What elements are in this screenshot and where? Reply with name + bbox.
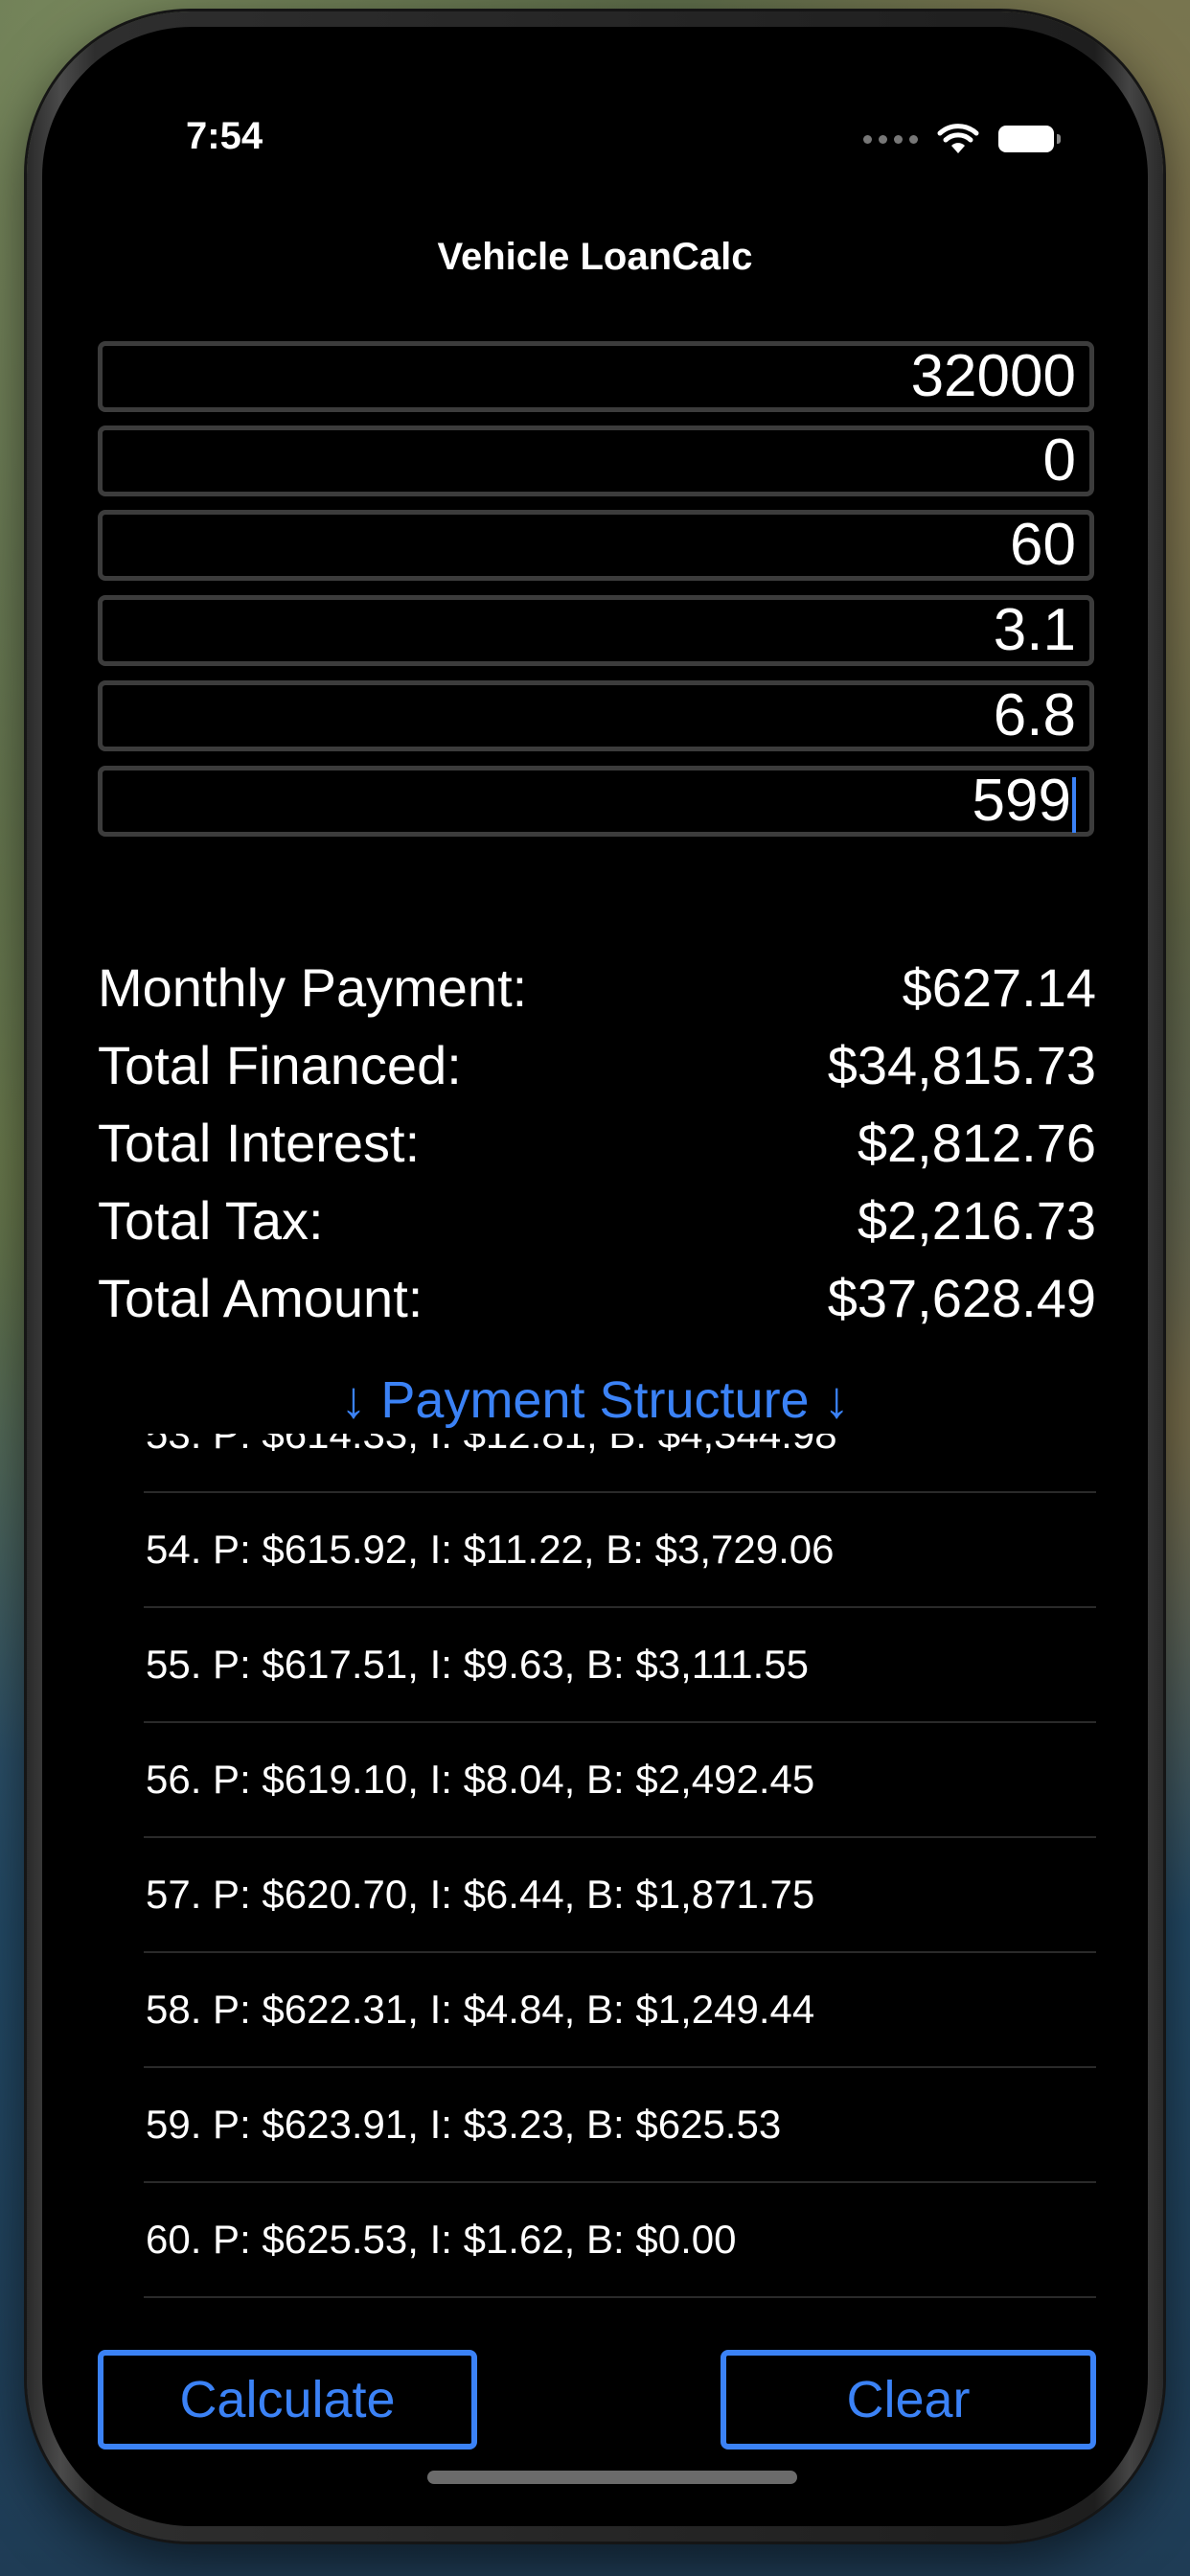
loan-term-field[interactable]: 60 bbox=[98, 510, 1094, 581]
fees-field-value: 599 bbox=[972, 768, 1071, 834]
list-item: 60. P: $625.53, I: $1.62, B: $0.00 bbox=[144, 2183, 1096, 2298]
list-item: 59. P: $623.91, I: $3.23, B: $625.53 bbox=[144, 2068, 1096, 2183]
app-screen: 7:54 Vehicle LoanCalc 32000 0 60 3.1 6.8… bbox=[42, 27, 1148, 2526]
result-value: $2,216.73 bbox=[857, 1190, 1096, 1251]
list-item: 57. P: $620.70, I: $6.44, B: $1,871.75 bbox=[144, 1838, 1096, 1953]
wifi-icon bbox=[937, 124, 979, 153]
fees-field[interactable]: 599 bbox=[98, 766, 1094, 837]
tax-rate-field[interactable]: 6.8 bbox=[98, 680, 1094, 751]
status-icons bbox=[863, 123, 1061, 155]
status-time: 7:54 bbox=[186, 115, 263, 157]
result-value: $37,628.49 bbox=[827, 1268, 1096, 1328]
list-item: 55. P: $617.51, I: $9.63, B: $3,111.55 bbox=[144, 1608, 1096, 1723]
calculate-button[interactable]: Calculate bbox=[98, 2350, 477, 2450]
list-item: 56. P: $619.10, I: $8.04, B: $2,492.45 bbox=[144, 1723, 1096, 1838]
iphone-device-frame: 7:54 Vehicle LoanCalc 32000 0 60 3.1 6.8… bbox=[27, 12, 1163, 2542]
payment-structure-title: ↓ Payment Structure ↓ bbox=[340, 1371, 850, 1429]
down-payment-field[interactable]: 0 bbox=[98, 426, 1094, 496]
total-financed-row: Total Financed: $34,815.73 bbox=[98, 1034, 1096, 1096]
result-value: $2,812.76 bbox=[857, 1113, 1096, 1173]
total-amount-row: Total Amount: $37,628.49 bbox=[98, 1267, 1096, 1329]
result-value: $627.14 bbox=[902, 957, 1096, 1018]
loan-amount-field[interactable]: 32000 bbox=[98, 341, 1094, 412]
total-interest-row: Total Interest: $2,812.76 bbox=[98, 1112, 1096, 1174]
cellular-signal-icon bbox=[863, 134, 918, 144]
payment-schedule-list[interactable]: 53. P: $614.33, I: $12.81, B: $4,344.98 … bbox=[144, 1434, 1096, 2331]
list-item: 54. P: $615.92, I: $11.22, B: $3,729.06 bbox=[144, 1493, 1096, 1608]
total-tax-row: Total Tax: $2,216.73 bbox=[98, 1189, 1096, 1252]
result-value: $34,815.73 bbox=[827, 1035, 1096, 1095]
list-item: 58. P: $622.31, I: $4.84, B: $1,249.44 bbox=[144, 1953, 1096, 2068]
monthly-payment-row: Monthly Payment: $627.14 bbox=[98, 956, 1096, 1019]
home-indicator[interactable] bbox=[427, 2471, 797, 2484]
list-item: 53. P: $614.33, I: $12.81, B: $4,344.98 bbox=[144, 1434, 1096, 1493]
interest-rate-field[interactable]: 3.1 bbox=[98, 595, 1094, 666]
battery-icon bbox=[998, 126, 1061, 152]
app-title: Vehicle LoanCalc bbox=[437, 236, 753, 278]
text-cursor bbox=[1072, 776, 1076, 833]
result-label: Monthly Payment: bbox=[98, 957, 528, 1018]
clear-button[interactable]: Clear bbox=[721, 2350, 1096, 2450]
result-label: Total Tax: bbox=[98, 1190, 324, 1251]
result-label: Total Financed: bbox=[98, 1035, 462, 1095]
result-label: Total Amount: bbox=[98, 1268, 423, 1328]
result-label: Total Interest: bbox=[98, 1113, 421, 1173]
